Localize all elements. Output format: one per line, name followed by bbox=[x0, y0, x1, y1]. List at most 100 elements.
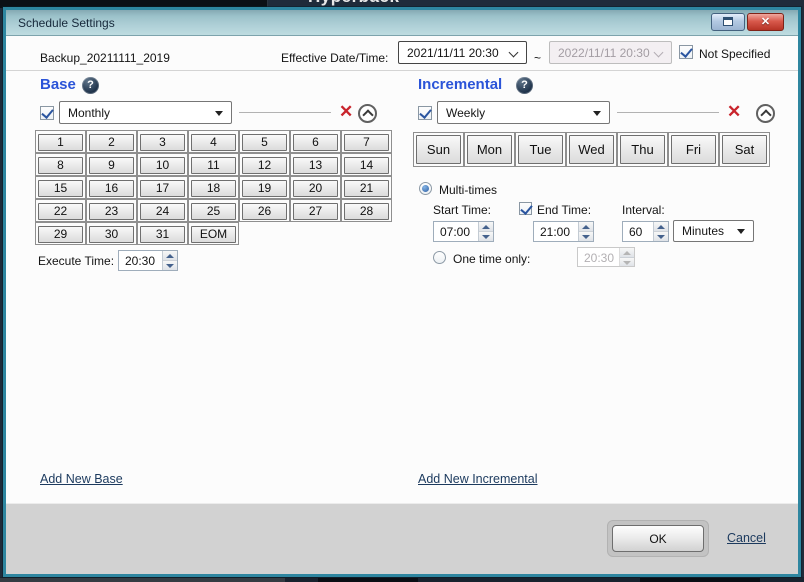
spinner-down-icon bbox=[620, 258, 634, 267]
interval-spinner[interactable]: 60 bbox=[622, 221, 669, 242]
base-collapse-icon[interactable] bbox=[358, 104, 377, 123]
calendar-day-button[interactable]: 6 bbox=[293, 134, 338, 151]
spinner-down-icon[interactable] bbox=[654, 232, 668, 241]
spinner-up-icon bbox=[620, 248, 634, 258]
not-specified-checkbox[interactable] bbox=[679, 45, 693, 59]
calendar-day-button[interactable]: 14 bbox=[344, 157, 389, 174]
calendar-day-cell: 16 bbox=[86, 176, 137, 199]
calendar-day-cell: 1 bbox=[35, 130, 86, 153]
weekday-button[interactable]: Mon bbox=[467, 135, 512, 164]
calendar-day-button[interactable]: 25 bbox=[191, 203, 236, 220]
dropdown-arrow-icon bbox=[215, 111, 223, 116]
calendar-day-cell: 27 bbox=[290, 199, 341, 222]
calendar-day-button[interactable]: 1 bbox=[38, 134, 83, 151]
calendar-day-button[interactable]: 30 bbox=[89, 226, 134, 243]
one-time-spinner: 20:30 bbox=[577, 247, 635, 267]
incremental-collapse-icon[interactable] bbox=[756, 104, 775, 123]
calendar-day-button[interactable]: EOM bbox=[191, 226, 236, 243]
base-rule-line bbox=[239, 112, 331, 113]
spinner-up-icon[interactable] bbox=[479, 222, 493, 232]
spinner-down-icon[interactable] bbox=[579, 232, 593, 241]
calendar-day-button[interactable]: 13 bbox=[293, 157, 338, 174]
start-time-spinner[interactable]: 07:00 bbox=[433, 221, 494, 242]
weekday-button[interactable]: Sat bbox=[722, 135, 767, 164]
calendar-day-cell: 4 bbox=[188, 130, 239, 153]
calendar-day-button[interactable]: 23 bbox=[89, 203, 134, 220]
ok-button-focus-ring: OK bbox=[607, 520, 709, 557]
calendar-day-cell: 17 bbox=[137, 176, 188, 199]
interval-unit-combobox[interactable]: Minutes bbox=[673, 220, 754, 242]
spinner-up-icon[interactable] bbox=[654, 222, 668, 232]
spinner-up-icon[interactable] bbox=[163, 251, 177, 261]
calendar-day-button[interactable]: 19 bbox=[242, 180, 287, 197]
interval-label: Interval: bbox=[622, 203, 665, 217]
calendar-day-button[interactable]: 4 bbox=[191, 134, 236, 151]
calendar-day-button[interactable]: 26 bbox=[242, 203, 287, 220]
calendar-day-button[interactable]: 7 bbox=[344, 134, 389, 151]
weekday-button[interactable]: Tue bbox=[518, 135, 563, 164]
chevron-down-icon bbox=[509, 48, 519, 58]
incremental-help-icon[interactable]: ? bbox=[516, 77, 533, 94]
spinner-up-icon[interactable] bbox=[579, 222, 593, 232]
base-delete-icon[interactable]: ✕ bbox=[339, 103, 353, 120]
cancel-link[interactable]: Cancel bbox=[727, 531, 766, 545]
calendar-day-button[interactable]: 9 bbox=[89, 157, 134, 174]
weekday-cell: Wed bbox=[566, 132, 617, 167]
multi-times-radio[interactable] bbox=[419, 182, 432, 195]
calendar-day-cell: 8 bbox=[35, 153, 86, 176]
base-section-title: Base bbox=[40, 76, 76, 93]
weekday-button[interactable]: Wed bbox=[569, 135, 614, 164]
calendar-day-button[interactable]: 8 bbox=[38, 157, 83, 174]
add-new-incremental-link[interactable]: Add New Incremental bbox=[418, 472, 538, 486]
calendar-day-button[interactable]: 17 bbox=[140, 180, 185, 197]
calendar-day-button[interactable]: 27 bbox=[293, 203, 338, 220]
incremental-section-title: Incremental bbox=[418, 76, 502, 93]
end-time-spinner[interactable]: 21:00 bbox=[533, 221, 594, 242]
one-time-value: 20:30 bbox=[578, 248, 619, 266]
incremental-delete-icon[interactable]: ✕ bbox=[727, 103, 741, 120]
calendar-day-button[interactable]: 24 bbox=[140, 203, 185, 220]
calendar-day-button[interactable]: 18 bbox=[191, 180, 236, 197]
calendar-day-button[interactable]: 22 bbox=[38, 203, 83, 220]
calendar-day-button[interactable]: 12 bbox=[242, 157, 287, 174]
calendar-day-button[interactable]: 20 bbox=[293, 180, 338, 197]
calendar-day-button[interactable]: 31 bbox=[140, 226, 185, 243]
calendar-day-button[interactable]: 10 bbox=[140, 157, 185, 174]
weekday-button[interactable]: Fri bbox=[671, 135, 716, 164]
spinner-down-icon[interactable] bbox=[479, 232, 493, 241]
calendar-day-cell: 25 bbox=[188, 199, 239, 222]
calendar-day-cell: 3 bbox=[137, 130, 188, 153]
execute-time-spinner[interactable]: 20:30 bbox=[118, 250, 178, 271]
calendar-day-button[interactable]: 15 bbox=[38, 180, 83, 197]
weekday-button[interactable]: Sun bbox=[416, 135, 461, 164]
end-time-checkbox[interactable] bbox=[519, 202, 532, 215]
restore-window-button[interactable] bbox=[711, 13, 745, 31]
add-new-base-link[interactable]: Add New Base bbox=[40, 472, 123, 486]
base-frequency-combobox[interactable]: Monthly bbox=[59, 101, 232, 124]
weekday-button[interactable]: Thu bbox=[620, 135, 665, 164]
incremental-enabled-checkbox[interactable] bbox=[418, 106, 432, 120]
base-help-icon[interactable]: ? bbox=[82, 77, 99, 94]
calendar-day-button[interactable]: 5 bbox=[242, 134, 287, 151]
calendar-day-button[interactable]: 2 bbox=[89, 134, 134, 151]
spinner-down-icon[interactable] bbox=[163, 261, 177, 270]
close-window-button[interactable]: ✕ bbox=[747, 13, 784, 31]
calendar-day-button[interactable]: 3 bbox=[140, 134, 185, 151]
ok-button[interactable]: OK bbox=[612, 525, 704, 552]
one-time-only-radio[interactable] bbox=[433, 251, 446, 264]
calendar-day-button[interactable]: 29 bbox=[38, 226, 83, 243]
calendar-day-button[interactable]: 11 bbox=[191, 157, 236, 174]
effective-datetime-label: Effective Date/Time: bbox=[281, 51, 388, 65]
calendar-day-button[interactable]: 28 bbox=[344, 203, 389, 220]
calendar-day-button[interactable]: 16 bbox=[89, 180, 134, 197]
calendar-day-button[interactable]: 21 bbox=[344, 180, 389, 197]
multi-times-label: Multi-times bbox=[439, 183, 497, 197]
incremental-frequency-combobox[interactable]: Weekly bbox=[437, 101, 610, 124]
calendar-day-cell: 11 bbox=[188, 153, 239, 176]
schedule-settings-dialog: Schedule Settings ✕ Backup_20211111_2019… bbox=[6, 10, 798, 574]
one-time-only-label: One time only: bbox=[453, 252, 530, 266]
effective-start-combobox[interactable]: 2021/11/11 20:30 bbox=[398, 41, 527, 64]
base-enabled-checkbox[interactable] bbox=[40, 106, 54, 120]
calendar-day-cell: EOM bbox=[188, 222, 239, 245]
close-icon: ✕ bbox=[761, 16, 770, 28]
